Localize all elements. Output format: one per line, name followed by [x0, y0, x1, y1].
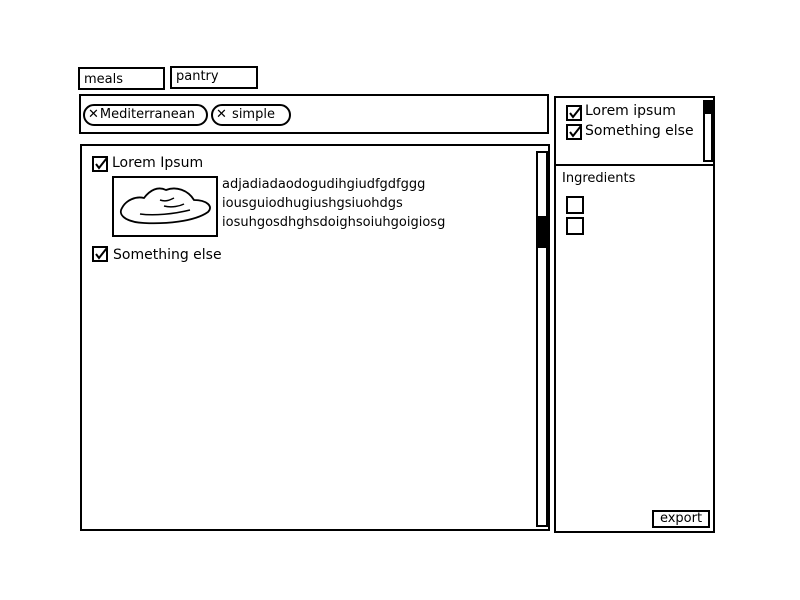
export-button[interactable]: export [652, 510, 710, 528]
filter-chip-label: Mediterranean [99, 107, 195, 122]
selected-item-checkbox[interactable] [566, 105, 583, 121]
ingredient-checkbox[interactable] [566, 217, 584, 235]
tab-meals[interactable]: meals [78, 67, 165, 90]
meal-title: Lorem Ipsum [112, 155, 204, 171]
close-icon[interactable]: ✕ [88, 107, 99, 122]
selected-item-label: Something else [585, 123, 694, 139]
filter-chip-label: simple [232, 107, 275, 122]
filter-bar: ✕Mediterranean ✕ simple [79, 94, 549, 134]
selected-item-checkbox[interactable] [566, 124, 583, 140]
ingredients-title: Ingredients [562, 171, 636, 186]
meal-thumbnail [112, 176, 218, 237]
meal-checkbox[interactable] [92, 156, 109, 172]
meal-description: adjadiadaodogudihgiudfgdfggg iousguiodhu… [222, 175, 445, 232]
ingredients-panel: Ingredients export [554, 164, 715, 533]
checkmark-icon [95, 248, 109, 260]
description-line: adjadiadaodogudihgiudfgdfggg [222, 177, 426, 192]
selected-item-label: Lorem ipsum [585, 103, 676, 119]
filter-chip-simple[interactable]: ✕ simple [211, 104, 291, 126]
filter-chip-mediterranean[interactable]: ✕Mediterranean [83, 104, 208, 126]
description-line: iousguiodhugiushgsiuohdgs [222, 196, 403, 211]
scrollbar-thumb[interactable] [705, 102, 711, 114]
ingredient-checkbox[interactable] [566, 196, 584, 214]
checkmark-icon [569, 126, 583, 138]
description-line: iosuhgosdhghsdoighsoiuhgoigiosg [222, 215, 446, 230]
selected-scrollbar[interactable] [703, 100, 713, 162]
checkmark-icon [569, 107, 583, 119]
food-image-icon [120, 187, 211, 225]
meal-title: Something else [113, 247, 222, 263]
meal-checkbox[interactable] [92, 246, 109, 262]
selected-items-panel: Lorem ipsum Something else [554, 96, 715, 166]
meals-scrollbar[interactable] [536, 151, 548, 527]
tab-pantry[interactable]: pantry [170, 66, 258, 89]
checkmark-icon [95, 158, 109, 170]
meals-list: Lorem Ipsum adjadiadaodogudihgiudfgdfggg… [80, 144, 550, 531]
scrollbar-thumb[interactable] [538, 216, 546, 248]
close-icon[interactable]: ✕ [216, 107, 227, 122]
